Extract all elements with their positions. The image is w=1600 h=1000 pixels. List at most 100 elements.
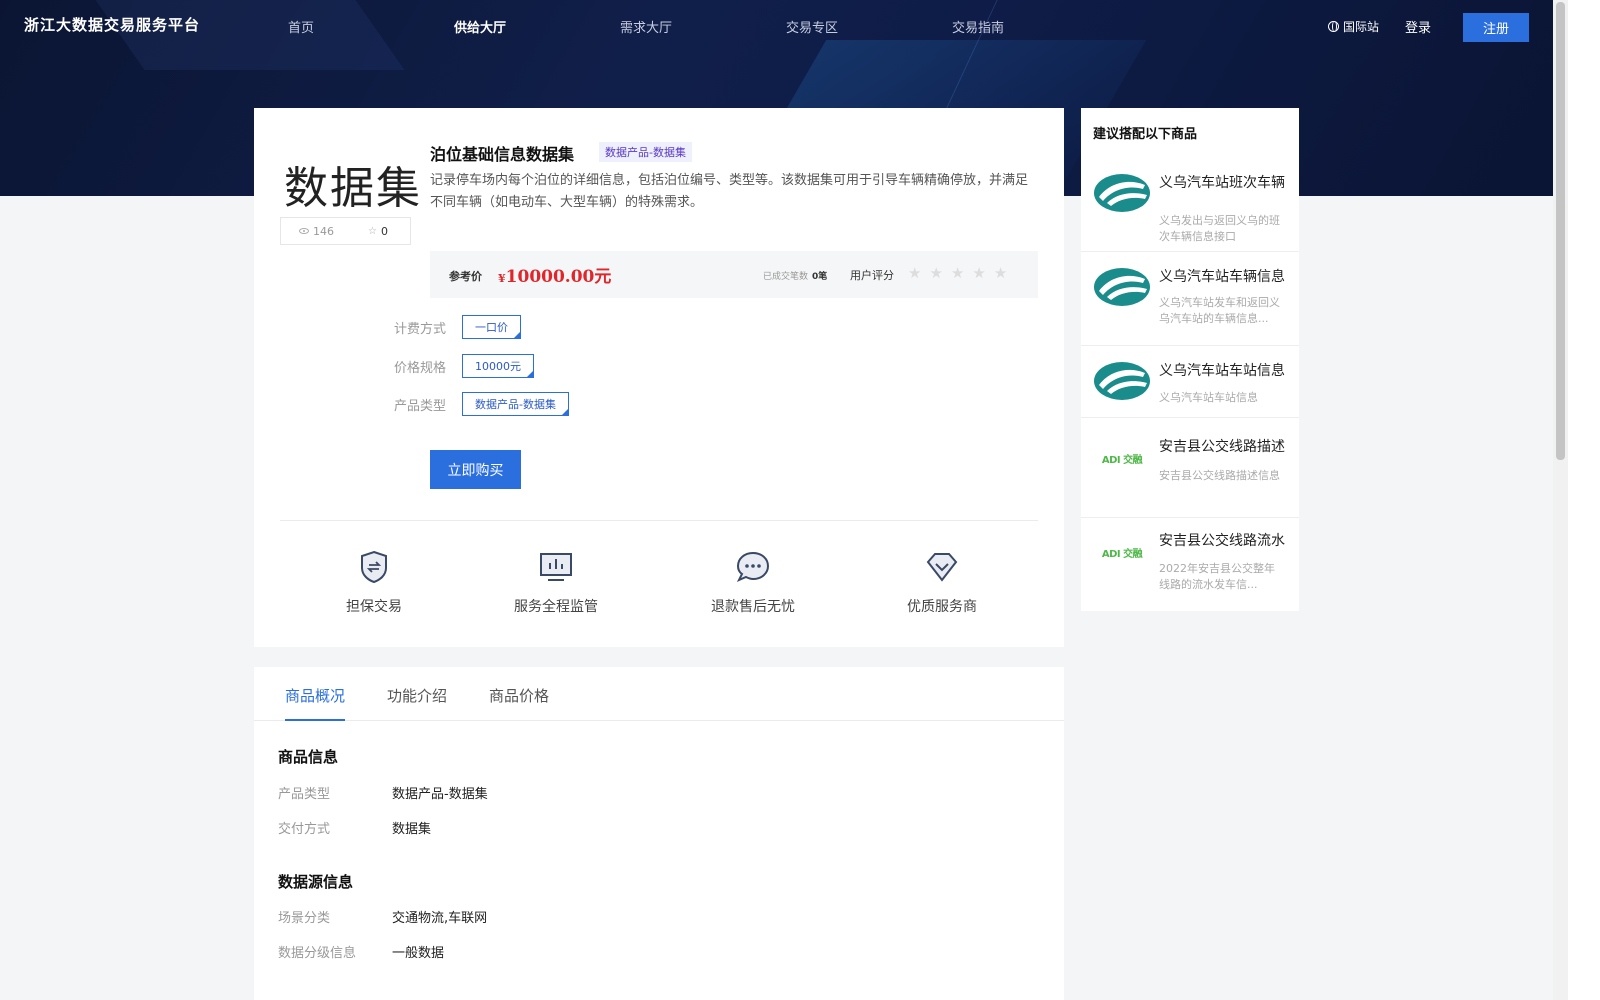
- deal-count: 已成交笔数 0笔: [763, 269, 827, 282]
- option-price-spec: 价格规格 10000元: [394, 354, 534, 378]
- international-site-label: 国际站: [1343, 20, 1380, 34]
- product-cover: 数据集: [284, 163, 422, 214]
- feature-quality-provider: 优质服务商: [867, 550, 1017, 616]
- info-value: 数据产品-数据集: [392, 787, 488, 802]
- info-key: 交付方式: [278, 822, 331, 837]
- currency-symbol: ¥: [498, 272, 506, 285]
- recommendation-desc: 2022年安吉县公交整年线路的流水发车信...: [1159, 562, 1275, 591]
- nav-trade-guide[interactable]: 交易指南: [952, 17, 1118, 36]
- feature-label: 优质服务商: [907, 599, 977, 615]
- recommendation-item[interactable]: ADI 交融 安吉县公交线路描述 安吉县公交线路描述信息: [1081, 418, 1299, 518]
- detail-tabs: 商品概况 功能介绍 商品价格: [254, 667, 1064, 721]
- international-site-link[interactable]: 国际站: [1328, 18, 1379, 35]
- info-row: 数据分级信息 一般数据: [278, 942, 444, 961]
- bus-station-logo-icon: [1093, 267, 1151, 307]
- page-scrollbar[interactable]: [1553, 0, 1568, 1000]
- recommendation-name: 义乌汽车站班次车辆: [1159, 175, 1285, 191]
- feature-supervision: 服务全程监管: [481, 550, 631, 616]
- top-navbar: 浙江大数据交易服务平台 首页 供给大厅 需求大厅 交易专区 交易指南 国际站 登…: [0, 0, 1568, 52]
- rating-label: 用户评分: [850, 269, 894, 282]
- adi-logo-icon: ADI 交融: [1093, 532, 1151, 572]
- recommendation-item[interactable]: 义乌汽车站班次车辆 义乌发出与返回义乌的班次车辆信息接口: [1081, 158, 1299, 252]
- globe-icon: [1328, 21, 1339, 32]
- section-title-source-info: 数据源信息: [278, 873, 354, 891]
- option-label: 产品类型: [394, 398, 447, 414]
- feature-label: 服务全程监管: [514, 599, 598, 615]
- star-icon[interactable]: ★: [929, 264, 942, 282]
- option-chip-product-type[interactable]: 数据产品-数据集: [462, 392, 569, 416]
- divider: [280, 520, 1038, 521]
- tab-features[interactable]: 功能介绍: [387, 685, 447, 706]
- nav-trade-zone[interactable]: 交易专区: [786, 17, 952, 36]
- sidebar-title: 建议搭配以下商品: [1093, 127, 1198, 142]
- chat-bubble-icon: [736, 550, 770, 584]
- tab-overview[interactable]: 商品概况: [285, 685, 346, 721]
- price-value: ¥10000.00元: [498, 262, 611, 287]
- star-icon[interactable]: ★: [951, 264, 964, 282]
- option-chip-price-spec[interactable]: 10000元: [462, 354, 534, 378]
- price-amount: 10000.00元: [505, 267, 612, 287]
- monitor-chart-icon: [539, 550, 573, 584]
- price-box: 参考价 ¥10000.00元 已成交笔数 0笔 用户评分 ★ ★ ★ ★ ★: [430, 251, 1038, 298]
- section-title-product-info: 商品信息: [278, 748, 339, 766]
- nav-home[interactable]: 首页: [288, 17, 454, 36]
- adi-logo-text: ADI 交融: [1101, 548, 1143, 560]
- product-title: 泊位基础信息数据集: [430, 145, 575, 164]
- favorite-count-value: 0: [380, 224, 388, 238]
- price-label: 参考价: [449, 270, 482, 283]
- bus-station-logo-icon: [1093, 361, 1151, 401]
- bus-station-logo-icon: [1093, 173, 1151, 213]
- recommendation-desc: 义乌汽车站发车和返回义乌汽车站的车辆信息...: [1159, 296, 1280, 325]
- recommendation-name: 安吉县公交线路描述: [1159, 439, 1285, 455]
- diamond-icon: [925, 550, 959, 584]
- buy-now-button[interactable]: 立即购买: [430, 450, 521, 489]
- info-value: 数据集: [392, 822, 432, 837]
- star-icon[interactable]: ★: [972, 264, 985, 282]
- product-category-tag: 数据产品-数据集: [599, 142, 692, 162]
- option-label: 计费方式: [394, 321, 447, 337]
- info-value: 交通物流,车联网: [392, 911, 488, 926]
- recommendation-item[interactable]: ADI 交融 安吉县公交线路流水 2022年安吉县公交整年线路的流水发车信...: [1081, 518, 1299, 611]
- option-chip-billing[interactable]: 一口价: [462, 315, 521, 339]
- product-description: 记录停车场内每个泊位的详细信息，包括泊位编号、类型等。该数据集可用于引导车辆精确…: [430, 173, 1029, 210]
- recommendation-sidebar: 建议搭配以下商品 义乌汽车站班次车辆 义乌发出与返回义乌的班次车辆信息接口 义乌…: [1081, 108, 1299, 611]
- rating-stars[interactable]: ★ ★ ★ ★ ★: [908, 264, 1007, 282]
- option-label: 价格规格: [394, 360, 447, 376]
- star-outline-icon: ☆: [368, 225, 377, 237]
- star-icon[interactable]: ★: [994, 264, 1007, 282]
- register-button[interactable]: 注册: [1463, 13, 1529, 42]
- star-icon[interactable]: ★: [908, 264, 921, 282]
- recommendation-name: 安吉县公交线路流水: [1159, 533, 1285, 549]
- favorite-count[interactable]: ☆ 0: [368, 225, 388, 238]
- adi-logo-icon: ADI 交融: [1093, 438, 1151, 478]
- nav-demand-hall[interactable]: 需求大厅: [620, 17, 786, 36]
- info-key: 数据分级信息: [278, 946, 357, 961]
- recommendation-name: 义乌汽车站车辆信息: [1159, 269, 1285, 285]
- nav-supply-hall[interactable]: 供给大厅: [454, 17, 620, 36]
- scrollbar-thumb[interactable]: [1556, 2, 1565, 460]
- info-row: 产品类型 数据产品-数据集: [278, 783, 488, 802]
- recommendation-desc: 义乌发出与返回义乌的班次车辆信息接口: [1159, 214, 1280, 243]
- option-billing: 计费方式 一口价: [394, 315, 521, 339]
- shield-exchange-icon: [357, 550, 391, 584]
- product-details-card: 商品概况 功能介绍 商品价格 商品信息 产品类型 数据产品-数据集 交付方式 数…: [254, 667, 1064, 1000]
- recommendation-item[interactable]: 义乌汽车站车辆信息 义乌汽车站发车和返回义乌汽车站的车辆信息...: [1081, 252, 1299, 346]
- feature-label: 担保交易: [346, 599, 402, 615]
- tab-pricing[interactable]: 商品价格: [489, 685, 549, 706]
- feature-refund: 退款售后无忧: [678, 550, 828, 616]
- recommendation-desc: 安吉县公交线路描述信息: [1159, 469, 1280, 482]
- info-key: 产品类型: [278, 787, 331, 802]
- eye-icon: [299, 228, 309, 234]
- login-link[interactable]: 登录: [1405, 17, 1431, 36]
- main-nav: 首页 供给大厅 需求大厅 交易专区 交易指南: [288, 17, 1118, 36]
- info-row: 交付方式 数据集: [278, 818, 431, 837]
- recommendation-name: 义乌汽车站车站信息: [1159, 363, 1285, 379]
- option-product-type: 产品类型 数据产品-数据集: [394, 392, 569, 416]
- recommendation-item[interactable]: 义乌汽车站车站信息 义乌汽车站车站信息: [1081, 346, 1299, 418]
- recommendation-desc: 义乌汽车站车站信息: [1159, 391, 1258, 404]
- info-value: 一般数据: [392, 946, 445, 961]
- feature-guarantee: 担保交易: [299, 550, 449, 616]
- site-logo[interactable]: 浙江大数据交易服务平台: [24, 14, 200, 35]
- page-edge: [1568, 0, 1600, 1000]
- view-count-value: 146: [313, 224, 334, 238]
